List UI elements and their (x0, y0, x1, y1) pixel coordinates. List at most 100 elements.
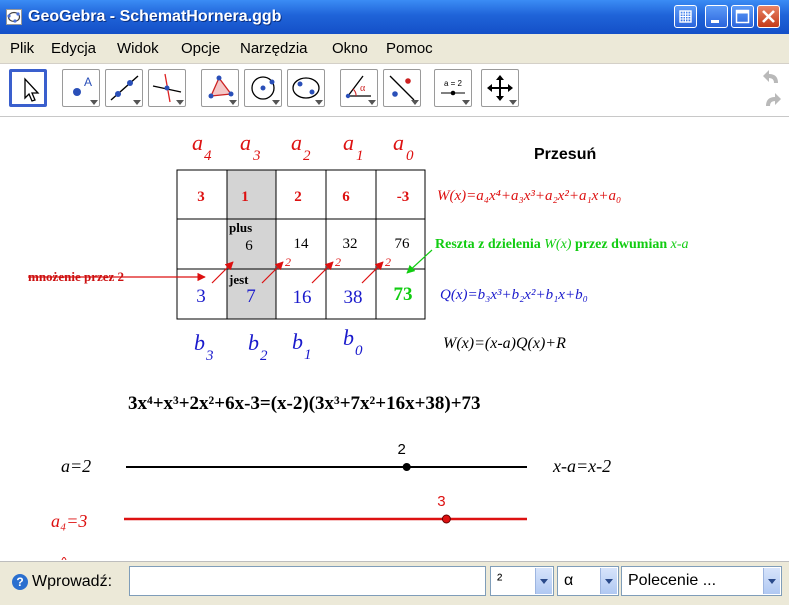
move-tool-button[interactable] (9, 69, 47, 107)
multiplier-mark: 2 (335, 255, 341, 269)
top-coefficient-labels: a4 a3 a2 a1 a0 (192, 130, 414, 164)
minimize-icon (711, 20, 719, 23)
angle-tool-button[interactable]: α (340, 69, 378, 107)
perpendicular-tool-button[interactable] (148, 69, 186, 107)
result-cell: 7 (246, 286, 256, 307)
coef-cell: 2 (294, 189, 302, 205)
slider-a-label: a=2 (61, 456, 91, 476)
label-a2: a (291, 130, 302, 155)
identity-formula: W(x)=(x-a)Q(x)+R (443, 335, 566, 352)
label-b1-sub: 1 (304, 347, 312, 363)
label-b2: b (248, 330, 259, 355)
maximize-button[interactable] (731, 5, 754, 28)
undo-icon[interactable] (762, 68, 782, 86)
label-b0-sub: 0 (355, 343, 363, 359)
chevron-down-icon[interactable] (535, 568, 552, 594)
reflect-tool-button[interactable] (383, 69, 421, 107)
slider-a4-knob[interactable] (441, 514, 451, 524)
label-a0: a (393, 130, 404, 155)
title-bar: GeoGebra - SchematHornera.ggb (0, 0, 789, 35)
label-b3: b (194, 330, 205, 355)
multiplier-marks: 2 2 2 (285, 255, 391, 269)
slider-a-knob[interactable] (402, 463, 411, 471)
graphics-view[interactable]: a4 a3 a2 a1 a0 3 1 2 6 -3 6 14 32 76 plu… (0, 117, 789, 561)
menu-help[interactable]: Pomoc (386, 40, 433, 57)
line-tool-button[interactable] (105, 69, 143, 107)
window-title: GeoGebra - SchematHornera.ggb (28, 8, 282, 25)
menu-options[interactable]: Opcje (181, 40, 220, 57)
clipped-label-fragment (61, 557, 67, 561)
conic-tool-button[interactable] (287, 69, 325, 107)
label-a3: a (240, 130, 251, 155)
label-a0-sub: 0 (406, 148, 414, 164)
w-formula: W(x)=a₄x⁴+a₃x³+a₂x²+a₁x+a₀ (437, 188, 621, 204)
slider-tool-button[interactable]: a = 2 (434, 69, 472, 107)
toolbar: A α a = 2 Przesuń (0, 64, 789, 163)
result-cell: 38 (344, 287, 363, 308)
close-button[interactable] (757, 5, 780, 28)
menu-window[interactable]: Okno (332, 40, 368, 57)
product-cell: 32 (343, 236, 358, 252)
graphics-canvas[interactable]: a4 a3 a2 a1 a0 3 1 2 6 -3 6 14 32 76 plu… (0, 117, 789, 561)
circle-tool-button[interactable] (244, 69, 282, 107)
superscript-select-value: ² (497, 572, 503, 589)
slider-a-value: 2 (398, 441, 406, 458)
slider-tool-text: a = 2 (444, 79, 463, 88)
label-a1: a (343, 130, 354, 155)
help-icon[interactable]: ? (12, 574, 28, 590)
menu-bar: Plik Edycja Widok Opcje Narzędzia Okno P… (0, 34, 789, 64)
label-b3-sub: 3 (205, 348, 214, 364)
label-a3-sub: 3 (252, 148, 261, 164)
maximize-icon (735, 9, 750, 24)
move-icon (24, 77, 40, 102)
jest-label: jest (228, 272, 249, 287)
command-select-value: Polecenie ... (628, 572, 717, 589)
result-cell: 16 (293, 287, 312, 308)
chevron-down-icon[interactable] (763, 568, 780, 594)
q-formula: Q(x)=b₃x³+b₂x²+b₁x+b₀ (440, 287, 588, 303)
label-a4: a (192, 130, 203, 155)
move-view-tool-button[interactable] (481, 69, 519, 107)
command-select[interactable]: Polecenie ... (621, 566, 782, 596)
greek-select[interactable]: α (557, 566, 619, 596)
multiplier-mark: 2 (285, 255, 291, 269)
label-a2-sub: 2 (303, 148, 311, 164)
label-b1: b (292, 329, 303, 354)
label-a4-sub: 4 (204, 148, 212, 164)
close-icon (762, 10, 775, 23)
product-cell: 6 (245, 238, 253, 254)
coef-cell: 6 (342, 189, 350, 205)
plus-label: plus (229, 220, 252, 235)
svg-text:A: A (84, 75, 92, 89)
polygon-tool-button[interactable] (201, 69, 239, 107)
multiplier-mark: 2 (385, 255, 391, 269)
menu-tools[interactable]: Narzędzia (240, 40, 308, 57)
point-tool-button[interactable]: A (62, 69, 100, 107)
menu-view[interactable]: Widok (117, 40, 159, 57)
menu-edit[interactable]: Edycja (51, 40, 96, 57)
slider-a4-value: 3 (437, 493, 445, 510)
label-b0: b (343, 325, 354, 350)
superscript-select[interactable]: ² (490, 566, 554, 596)
binomial-label: x-a=x-2 (552, 456, 611, 476)
menu-file[interactable]: Plik (10, 40, 34, 57)
remainder-arrow (406, 249, 433, 274)
remainder-cell: 73 (394, 284, 413, 305)
tile-button[interactable] (674, 5, 697, 28)
product-cell: 76 (395, 236, 411, 252)
geogebra-app-icon (6, 9, 22, 25)
grid-icon (679, 10, 692, 23)
redo-icon[interactable] (762, 91, 782, 109)
input-bar: ? Wprowadź: ² α Polecenie ... (0, 561, 789, 605)
chevron-down-icon[interactable] (600, 568, 617, 594)
minimize-button[interactable] (705, 5, 728, 28)
expansion-formula: 3x⁴+x³+2x²+6x-3=(x-2)(3x³+7x²+16x+38)+73 (128, 393, 481, 414)
multiply-note: mnożenie przez 2 (28, 269, 124, 284)
product-cell: 14 (294, 236, 310, 252)
remainder-note: Reszta z dzielenia W(x) przez dwumian x-… (435, 237, 689, 252)
slider-a4-label: a₄=3 (51, 511, 87, 531)
label-a1-sub: 1 (356, 148, 364, 164)
bottom-coefficient-labels: b3 b2 b1 b0 (194, 325, 363, 364)
input-field[interactable] (129, 566, 486, 596)
input-label: Wprowadź: (32, 573, 113, 590)
